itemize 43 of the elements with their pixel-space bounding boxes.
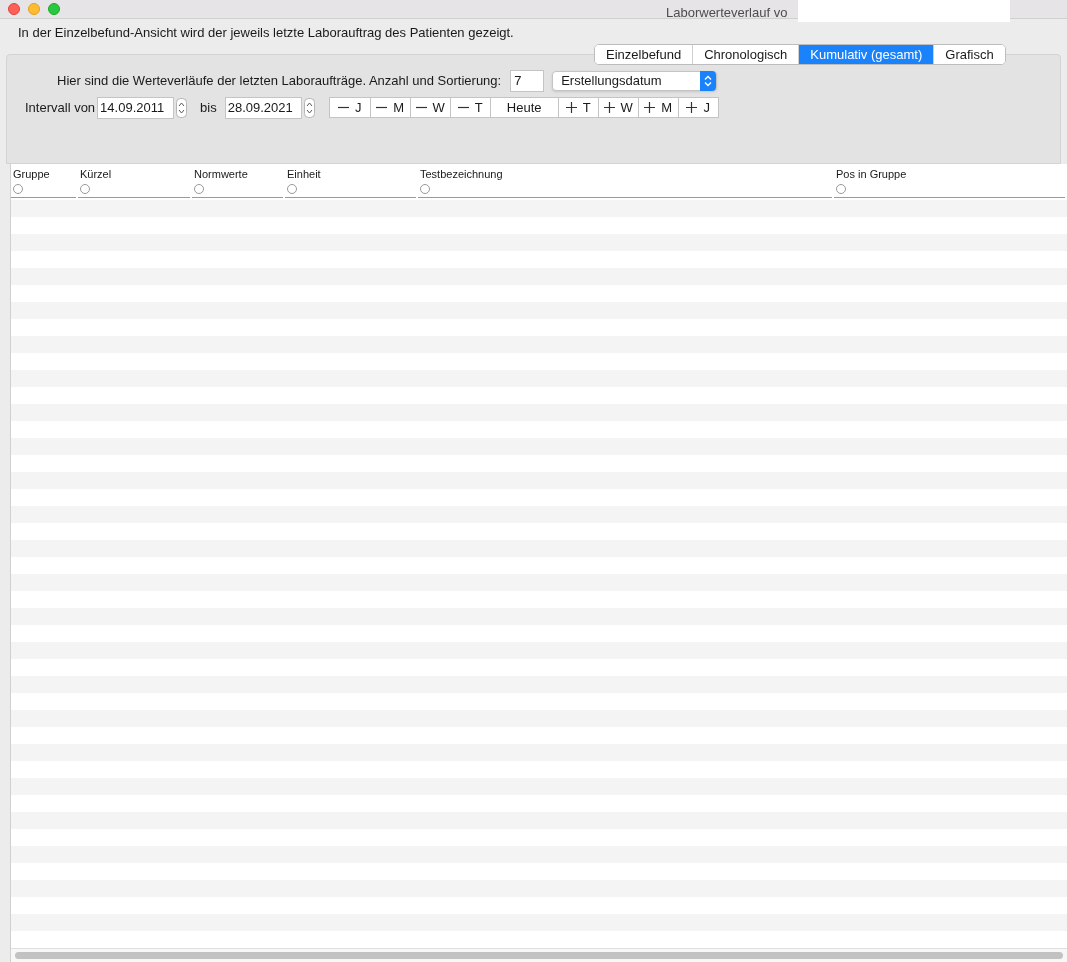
column-header[interactable]: Pos in Gruppe (834, 164, 1065, 198)
interval-label: Intervall von (25, 98, 96, 117)
plus-icon (603, 102, 615, 113)
window-title: Laborwerteverlauf vo (666, 4, 788, 22)
sort-radio[interactable] (13, 184, 23, 194)
to-label: bis (200, 98, 217, 117)
step-button[interactable]: W (409, 98, 450, 117)
scrollbar[interactable] (15, 952, 1063, 959)
tab[interactable]: Grafisch (933, 44, 1005, 64)
column-header[interactable]: Gruppe (11, 164, 76, 198)
sort-radio[interactable] (836, 184, 846, 194)
step-button[interactable]: W (597, 98, 638, 117)
step-button[interactable]: Heute (489, 98, 558, 117)
maximize-icon[interactable] (48, 2, 60, 15)
sort-dropdown[interactable]: Erstellungsdatum (552, 70, 718, 91)
chevron-icon (700, 70, 717, 91)
step-button[interactable]: J (677, 98, 718, 117)
column-header[interactable]: Normwerte (192, 164, 283, 198)
count-field[interactable]: 7 (510, 69, 545, 92)
info-text: In der Einzelbefund-Ansicht wird der jeweils letzte Laborauftrag des Patienten gezeigt. (18, 24, 514, 40)
plus-icon (565, 102, 577, 113)
stepper-icon[interactable] (303, 97, 315, 118)
step-button[interactable]: T (557, 98, 598, 117)
date-field[interactable]: 28.09.2021 (224, 96, 302, 119)
plus-icon (686, 102, 698, 113)
count-label: Hier sind die Werteverläufe der letzten Laboraufträge. Anzahl und Sortierung: (57, 71, 502, 90)
sort-radio[interactable] (194, 184, 204, 194)
step-button[interactable]: T (449, 98, 490, 117)
column-header[interactable]: Kürzel (78, 164, 190, 198)
minimize-icon[interactable] (28, 2, 40, 15)
tab[interactable]: Kumulativ (gesamt) (798, 44, 934, 64)
stepper-icon[interactable] (176, 97, 188, 118)
date-field[interactable]: 14.09.2011 (97, 96, 175, 119)
step-button[interactable]: M (637, 98, 678, 117)
column-header[interactable]: Testbezeichnung (418, 164, 832, 198)
sort-radio[interactable] (420, 184, 430, 194)
sort-radio[interactable] (80, 184, 90, 194)
close-icon[interactable] (8, 2, 20, 15)
column-header[interactable]: Einheit (285, 164, 416, 198)
plus-icon (644, 102, 656, 113)
step-button[interactable]: M (369, 98, 410, 117)
step-button[interactable]: J (329, 98, 370, 117)
sort-radio[interactable] (287, 184, 297, 194)
